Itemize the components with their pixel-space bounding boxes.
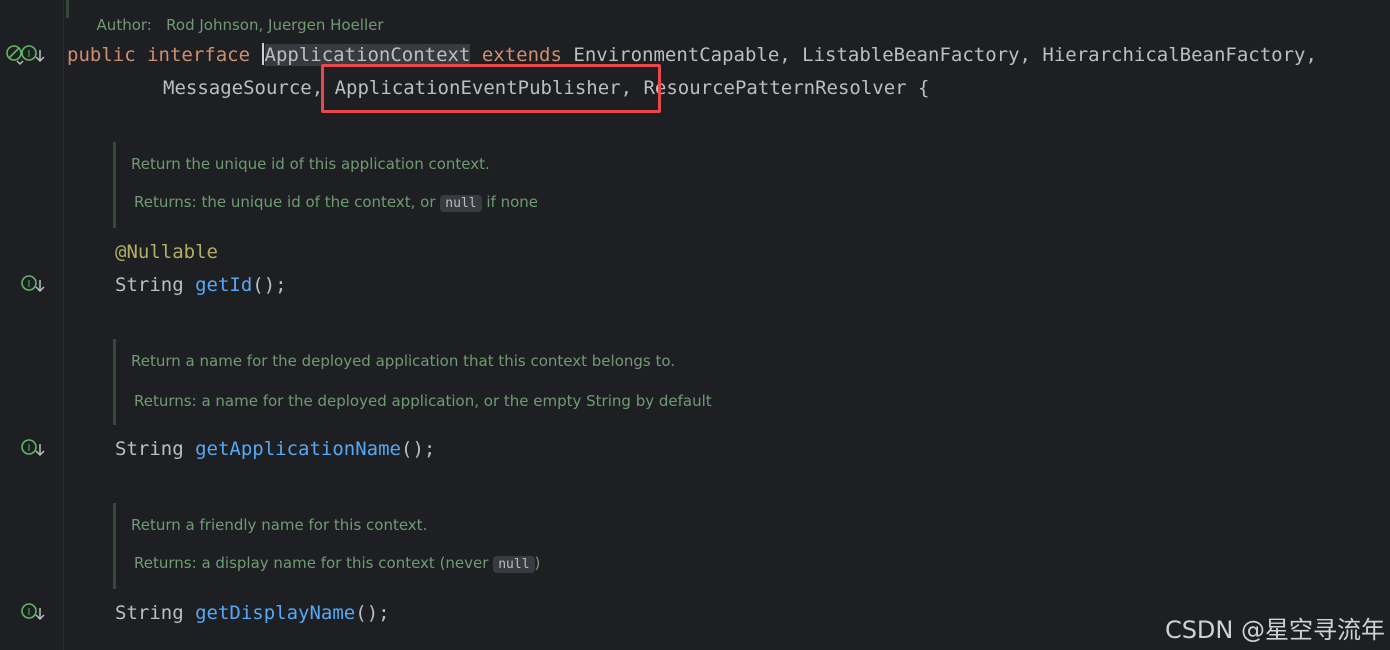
returns-text-after: ) (534, 554, 541, 572)
returns-text-before: the unique id of the context, or (201, 193, 436, 211)
doc-returns-getapplicationname: Returns: a name for the deployed applica… (134, 392, 712, 410)
implemented-interface-icon[interactable]: I (18, 437, 48, 459)
inline-code-null: null (493, 556, 535, 573)
returns-text-after: if none (486, 193, 539, 211)
method-name-getdisplayname[interactable]: getDisplayName (195, 602, 355, 624)
doc-summary-getdisplayname: Return a friendly name for this context. (131, 516, 428, 534)
implemented-interface-icon[interactable]: I (18, 601, 48, 623)
extends-list-line-1: EnvironmentCapable, ListableBeanFactory,… (573, 44, 1317, 66)
returns-text-before: a display name for this context (never (201, 554, 489, 572)
method-suffix: (); (252, 274, 287, 296)
doc-summary-getid: Return the unique id of this application… (131, 155, 490, 173)
interface-declaration-line-1[interactable]: public interface ApplicationContext exte… (67, 43, 1317, 67)
method-name-getapplicationname[interactable]: getApplicationName (195, 438, 401, 460)
text-caret (261, 43, 264, 65)
nullable-annotation: @Nullable (115, 241, 218, 263)
method-suffix: (); (401, 438, 436, 460)
returns-label: Returns: (134, 193, 197, 211)
doc-bar-getid (113, 142, 116, 228)
author-label: Author: (96, 16, 152, 34)
method-getapplicationname-line[interactable]: String getApplicationName(); (115, 437, 435, 461)
svg-text:I: I (28, 443, 31, 454)
method-getid-line[interactable]: String getId(); (115, 273, 287, 297)
return-type: String (115, 602, 184, 624)
author-doc: Author: Rod Johnson, Juergen Hoeller (87, 0, 384, 34)
svg-text:I: I (28, 607, 31, 618)
returns-label: Returns: (134, 554, 197, 572)
implemented-interface-icon[interactable]: I (18, 43, 48, 65)
doc-returns-getdisplayname: Returns: a display name for this context… (134, 554, 541, 573)
keyword-interface: interface (147, 44, 251, 66)
watermark-text: CSDN @星空寻流年 (1164, 616, 1385, 644)
svg-text:I: I (28, 279, 31, 290)
interface-name[interactable]: ApplicationContext (264, 44, 471, 66)
method-name-getid[interactable]: getId (195, 274, 252, 296)
doc-bar-getapplicationname (113, 339, 116, 425)
author-value: Rod Johnson, Juergen Hoeller (166, 16, 384, 34)
keyword-extends: extends (481, 44, 562, 66)
doc-returns-getid: Returns: the unique id of the context, o… (134, 193, 539, 212)
keyword-public: public (67, 44, 136, 66)
doc-summary-getapplicationname: Return a name for the deployed applicati… (131, 352, 676, 370)
message-source-type: MessageSource, (163, 77, 324, 99)
returns-text: a name for the deployed application, or … (201, 392, 712, 410)
highlight-annotation-box (321, 64, 661, 113)
returns-label: Returns: (134, 392, 197, 410)
method-suffix: (); (355, 602, 390, 624)
resource-pattern-resolver-type: ResourcePatternResolver { (643, 77, 930, 99)
doc-bar-getdisplayname (113, 503, 116, 589)
svg-text:I: I (28, 49, 31, 60)
return-type: String (115, 274, 184, 296)
implemented-interface-icon[interactable]: I (18, 273, 48, 295)
return-type: String (115, 438, 184, 460)
method-getdisplayname-line[interactable]: String getDisplayName(); (115, 601, 390, 625)
doc-bar-header (66, 0, 69, 18)
inline-code-null: null (440, 195, 482, 212)
gutter-separator (63, 0, 64, 650)
